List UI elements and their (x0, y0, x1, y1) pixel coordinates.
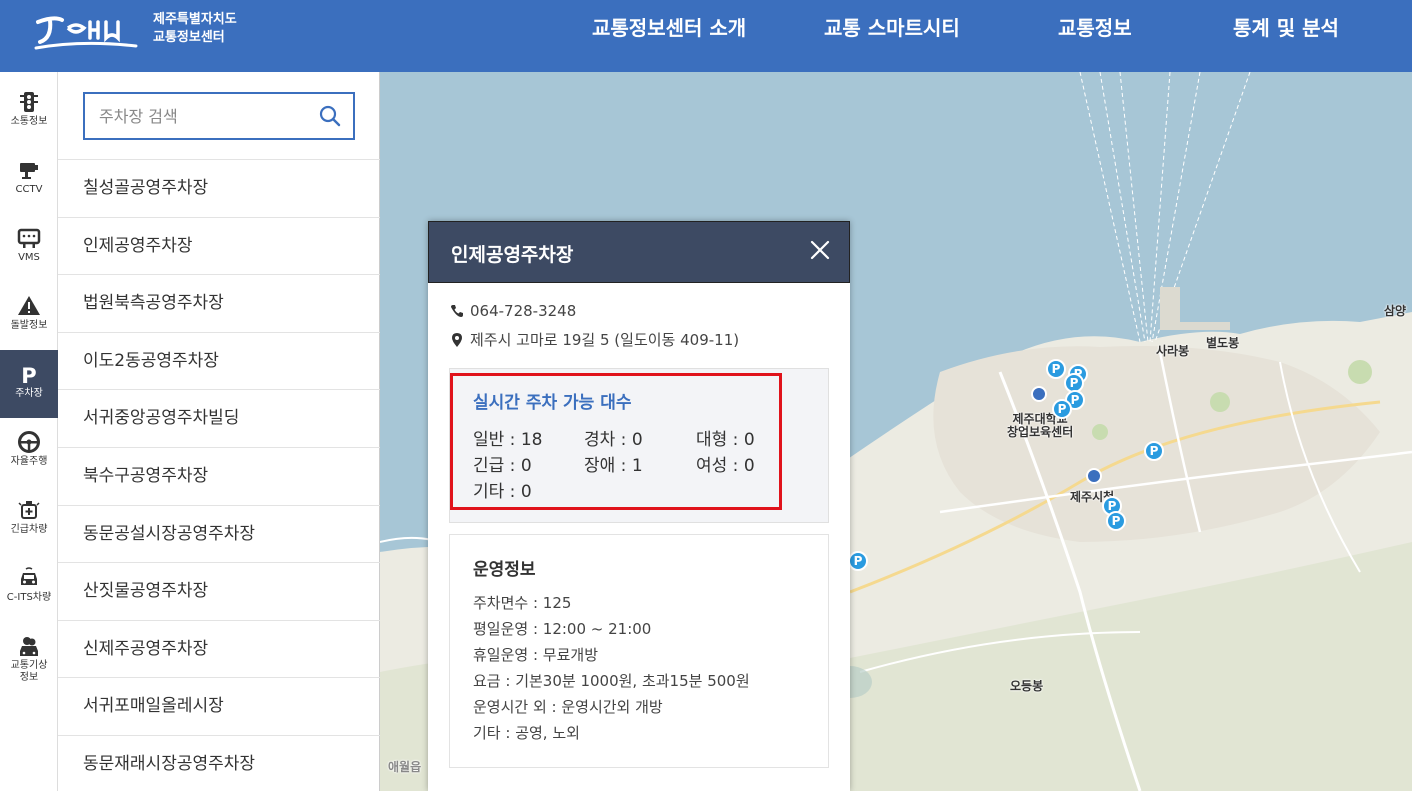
rail-label: 돌발정보 (10, 320, 48, 331)
map-label: 오등봉 (1010, 679, 1044, 693)
list-item[interactable]: 북수구공영주차장 (58, 446, 380, 505)
address-text: 제주시 고마로 19길 5 (일도이동 409-11) (470, 331, 740, 349)
map-label: 애월읍 (388, 760, 422, 774)
operation-line: 휴일운영 : 무료개방 (473, 646, 598, 664)
rail-item-weather[interactable]: 교통기상 정보 (0, 622, 58, 702)
parking-marker[interactable]: P (1052, 399, 1072, 419)
rail-item-cctv[interactable]: CCTV (0, 146, 58, 214)
nav-statistics[interactable]: 통계 및 분석 (1233, 0, 1339, 56)
realtime-other: 기타 : 0 (473, 482, 532, 502)
icon-rail: 소통정보 CCTV VMS 돌발정보 P 주차장 자율주행 긴급차량 C-ITS… (0, 72, 58, 791)
realtime-disabled: 장애 : 1 (584, 456, 643, 476)
rail-label: 소통정보 (10, 116, 48, 127)
rail-item-autonomous[interactable]: 자율주행 (0, 418, 58, 486)
city-hall-marker-icon[interactable] (1086, 468, 1102, 484)
rail-label: 자율주행 (10, 456, 48, 467)
university-marker-icon[interactable] (1031, 386, 1047, 402)
cctv-camera-icon (20, 163, 38, 179)
popup-title: 인제공영주차장 (451, 244, 574, 266)
parking-icon: P (21, 364, 36, 386)
list-item[interactable]: 인제공영주차장 (58, 216, 380, 275)
realtime-large: 대형 : 0 (696, 430, 755, 450)
rail-label: VMS (18, 252, 40, 263)
parking-list: 칠성골공영주차장 인제공영주차장 법원북측공영주차장 이도2동공영주차장 서귀중… (58, 159, 380, 791)
rail-label: 교통기상 정보 (10, 660, 48, 683)
popup-header: 인제공영주차장 (428, 221, 850, 283)
search-input[interactable] (99, 104, 309, 128)
warning-icon (18, 296, 40, 315)
list-item[interactable]: 동문공설시장공영주차장 (58, 504, 380, 563)
vms-sign-icon (17, 228, 41, 248)
operation-line: 주차면수 : 125 (473, 594, 572, 612)
rail-item-emergency[interactable]: 긴급차량 (0, 486, 58, 554)
parking-marker[interactable]: P (1144, 441, 1164, 461)
close-icon[interactable] (809, 239, 831, 261)
list-item[interactable]: 서귀포매일올레시장 (58, 677, 380, 735)
rail-label: 긴급차량 (10, 524, 48, 535)
emergency-vehicle-icon (18, 501, 40, 519)
realtime-compact: 경차 : 0 (584, 430, 643, 450)
parking-list-panel: 칠성골공영주차장 인제공영주차장 법원북측공영주차장 이도2동공영주차장 서귀중… (58, 72, 380, 791)
map-label: 사라봉 (1156, 344, 1190, 358)
phone-number: 064-728-3248 (470, 302, 577, 320)
list-item[interactable]: 산짓물공영주차장 (58, 562, 380, 620)
operation-line: 기타 : 공영, 노외 (473, 724, 580, 742)
list-item[interactable]: 신제주공영주차장 (58, 619, 380, 678)
list-item[interactable]: 칠성골공영주차장 (58, 159, 380, 217)
list-item[interactable]: 이도2동공영주차장 (58, 331, 380, 390)
parking-marker[interactable]: P (1106, 511, 1126, 531)
map-label: 삼양 (1384, 304, 1407, 318)
realtime-general: 일반 : 18 (473, 430, 543, 450)
rail-item-incident[interactable]: 돌발정보 (0, 282, 58, 350)
rail-item-cits[interactable]: C-ITS차량 (0, 554, 58, 622)
phone-icon (451, 305, 463, 317)
rail-item-traffic[interactable]: 소통정보 (0, 78, 58, 146)
org-name-line2: 교통정보센터 (153, 30, 225, 45)
realtime-emergency: 긴급 : 0 (473, 456, 532, 476)
top-header: 제주특별자치도 교통정보센터 교통정보센터 소개 교통 스마트시티 교통정보 통… (0, 0, 1412, 72)
weather-car-icon (20, 637, 38, 656)
svg-text:P: P (21, 364, 36, 386)
steering-wheel-icon (18, 431, 40, 453)
operation-line: 요금 : 기본30분 1000원, 초과15분 500원 (473, 672, 750, 690)
search-box (83, 92, 355, 140)
list-item[interactable]: 서귀중앙공영주차빌딩 (58, 389, 380, 447)
parking-marker[interactable]: P (848, 551, 868, 571)
location-pin-icon (452, 333, 462, 347)
operation-line: 평일운영 : 12:00 ~ 21:00 (473, 620, 652, 638)
realtime-women: 여성 : 0 (696, 456, 755, 476)
org-name-line1: 제주특별자치도 (153, 12, 237, 27)
search-icon[interactable] (319, 105, 341, 127)
parking-marker[interactable]: P (1046, 359, 1066, 379)
nav-traffic-info[interactable]: 교통정보 (1058, 0, 1132, 56)
nav-smart-city[interactable]: 교통 스마트시티 (824, 0, 960, 56)
address-row: 제주시 고마로 19길 5 (일도이동 409-11) (450, 329, 739, 350)
rail-item-vms[interactable]: VMS (0, 214, 58, 282)
nav-center-intro[interactable]: 교통정보센터 소개 (592, 0, 746, 56)
org-name: 제주특별자치도 교통정보센터 (153, 11, 237, 47)
rail-label: C-ITS차량 (6, 592, 52, 603)
operation-line: 운영시간 외 : 운영시간외 개방 (473, 698, 663, 716)
map-label: 별도봉 (1206, 336, 1240, 350)
rail-label: CCTV (15, 184, 43, 195)
rail-item-parking[interactable]: P 주차장 (0, 350, 58, 418)
operation-title: 운영정보 (473, 560, 536, 580)
rail-label: 주차장 (15, 388, 43, 399)
car-icon (21, 567, 37, 585)
jeju-logo[interactable] (32, 8, 142, 56)
list-item[interactable]: 법원북측공영주차장 (58, 274, 380, 332)
list-item[interactable]: 동문재래시장공영주차장 (58, 734, 380, 791)
phone-row: 064-728-3248 (450, 302, 576, 320)
traffic-light-icon (20, 92, 38, 112)
realtime-title: 실시간 주차 가능 대수 (473, 393, 632, 413)
